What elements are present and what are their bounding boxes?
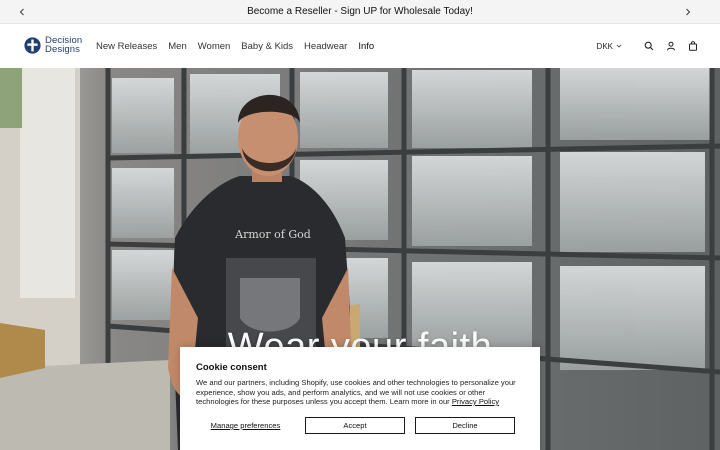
logo-wordmark: Decision Designs: [45, 36, 82, 55]
nav-women[interactable]: Women: [198, 41, 231, 52]
manage-preferences-link[interactable]: Manage preferences: [196, 421, 295, 430]
account-icon[interactable]: [664, 39, 678, 53]
announcement-bar: Become a Reseller - Sign UP for Wholesal…: [0, 0, 720, 24]
cross-emblem-icon: [24, 36, 41, 54]
decline-button[interactable]: Decline: [415, 417, 515, 434]
announcement-text[interactable]: Become a Reseller - Sign UP for Wholesal…: [247, 6, 473, 17]
nav-men[interactable]: Men: [168, 41, 186, 52]
search-icon[interactable]: [642, 39, 656, 53]
chevron-right-icon[interactable]: [676, 0, 700, 24]
chevron-left-icon[interactable]: [10, 0, 34, 24]
nav-headwear[interactable]: Headwear: [304, 41, 347, 52]
logo-line-2: Designs: [45, 44, 81, 55]
accept-button[interactable]: Accept: [305, 417, 405, 434]
cookie-description: We and our partners, including Shopify, …: [196, 378, 524, 407]
currency-label: DKK: [596, 41, 613, 51]
chevron-down-icon: [616, 44, 622, 48]
main-nav: New Releases Men Women Baby & Kids Headw…: [96, 24, 385, 68]
cookie-consent-dialog: Cookie consent We and our partners, incl…: [180, 347, 540, 450]
site-logo[interactable]: Decision Designs: [24, 34, 82, 56]
cookie-title: Cookie consent: [196, 362, 267, 373]
nav-baby-kids[interactable]: Baby & Kids: [241, 41, 293, 52]
cookie-actions: Manage preferences Accept Decline: [196, 417, 524, 434]
nav-info[interactable]: Info: [358, 41, 374, 52]
header-actions: DKK: [597, 24, 700, 68]
site-header: Decision Designs New Releases Men Women …: [0, 24, 720, 68]
shirt-print-text: Armor of God: [235, 228, 311, 241]
nav-new-releases[interactable]: New Releases: [96, 41, 157, 52]
cart-icon[interactable]: [686, 39, 700, 53]
currency-selector[interactable]: DKK: [597, 42, 622, 51]
privacy-policy-link[interactable]: Privacy Policy: [452, 397, 499, 406]
